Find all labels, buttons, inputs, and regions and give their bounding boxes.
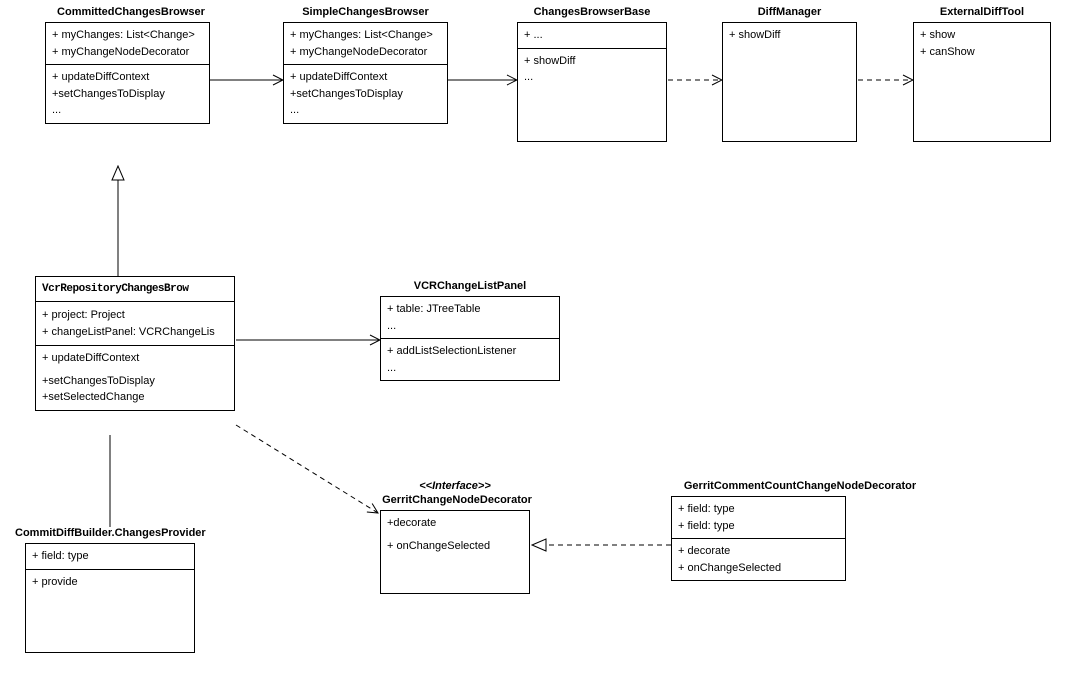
class-commit-diff-builder: + field: type + provide (25, 543, 195, 653)
op: ... (524, 69, 660, 86)
attr: + table: JTreeTable (387, 301, 553, 318)
class-committed-changes-browser: + myChanges: List<Change> + myChangeNode… (45, 22, 210, 124)
ops: + addListSelectionListener ... (381, 339, 559, 380)
ops: +decorate + onChangeSelected (381, 511, 529, 558)
ops: + updateDiffContext +setChangesToDisplay… (284, 65, 447, 123)
class-title-gerritdec: GerritChangeNodeDecorator (352, 494, 562, 506)
attr: + ... (524, 27, 660, 44)
attr: + changeListPanel: VCRChangeLis (42, 324, 228, 341)
class-simple-changes-browser: + myChanges: List<Change> + myChangeNode… (283, 22, 448, 124)
attr: + project: Project (42, 307, 228, 324)
op: ... (387, 360, 553, 377)
attr: + field: type (678, 501, 839, 518)
op: + showDiff (524, 53, 660, 70)
op: + provide (32, 574, 188, 591)
class-title-base: ChangesBrowserBase (517, 6, 667, 18)
op: + show (920, 27, 1044, 44)
ops: + show + canShow (914, 23, 1050, 64)
op: + canShow (920, 44, 1044, 61)
op: + onChangeSelected (678, 560, 839, 577)
ops: + provide (26, 570, 194, 595)
op: + addListSelectionListener (387, 343, 553, 360)
class-title-diffmgr: DiffManager (722, 6, 857, 18)
class-title: VcrRepositoryChangesBrow (36, 277, 234, 302)
op: +setChangesToDisplay (52, 86, 203, 103)
ops: + updateDiffContext +setChangesToDisplay… (36, 346, 234, 410)
class-gerrit-change-node-decorator: +decorate + onChangeSelected (380, 510, 530, 594)
ops: + decorate + onChangeSelected (672, 539, 845, 580)
uml-diagram-canvas: CommittedChangesBrowser + myChanges: Lis… (0, 0, 1080, 676)
ops: + showDiff (723, 23, 856, 48)
op: ... (52, 102, 203, 119)
attrs: + field: type + field: type (672, 497, 845, 539)
op: +setChangesToDisplay (42, 373, 228, 390)
attr: ... (387, 318, 553, 335)
op: +decorate (387, 515, 523, 532)
class-diff-manager: + showDiff (722, 22, 857, 142)
class-title-committed: CommittedChangesBrowser (40, 6, 222, 18)
class-vcr-repo-changes-browser: VcrRepositoryChangesBrow + project: Proj… (35, 276, 235, 411)
class-vcr-changelist-panel: + table: JTreeTable ... + addListSelecti… (380, 296, 560, 381)
attr: + field: type (678, 518, 839, 535)
attrs: + project: Project + changeListPanel: VC… (36, 302, 234, 346)
op: + updateDiffContext (52, 69, 203, 86)
class-title-commitdiff: CommitDiffBuilder.ChangesProvider (15, 527, 225, 539)
class-external-diff-tool: + show + canShow (913, 22, 1051, 142)
attrs: + field: type (26, 544, 194, 570)
class-stereotype-gerritdec: <<Interface>> (380, 480, 530, 492)
class-title-vcrpanel: VCRChangeListPanel (380, 280, 560, 292)
attrs: + table: JTreeTable ... (381, 297, 559, 339)
class-title-simple: SimpleChangesBrowser (283, 6, 448, 18)
attrs: + ... (518, 23, 666, 49)
attrs: + myChanges: List<Change> + myChangeNode… (46, 23, 209, 65)
ops: + updateDiffContext +setChangesToDisplay… (46, 65, 209, 123)
attrs: + myChanges: List<Change> + myChangeNode… (284, 23, 447, 65)
op: ... (290, 102, 441, 119)
op: + decorate (678, 543, 839, 560)
op: + updateDiffContext (290, 69, 441, 86)
class-title-ext: ExternalDiffTool (913, 6, 1051, 18)
ops: + showDiff ... (518, 49, 666, 90)
op: + showDiff (729, 27, 850, 44)
class-title-gerritcount: GerritCommentCountChangeNodeDecorator (655, 480, 945, 492)
op: + updateDiffContext (42, 350, 228, 367)
attr: + field: type (32, 548, 188, 565)
op: +setChangesToDisplay (290, 86, 441, 103)
op: + onChangeSelected (387, 538, 523, 555)
attr: + myChanges: List<Change> (290, 27, 441, 44)
class-changes-browser-base: + ... + showDiff ... (517, 22, 667, 142)
op: +setSelectedChange (42, 389, 228, 406)
attr: + myChanges: List<Change> (52, 27, 203, 44)
class-gerrit-comment-count-decorator: + field: type + field: type + decorate +… (671, 496, 846, 581)
attr: + myChangeNodeDecorator (290, 44, 441, 61)
attr: + myChangeNodeDecorator (52, 44, 203, 61)
